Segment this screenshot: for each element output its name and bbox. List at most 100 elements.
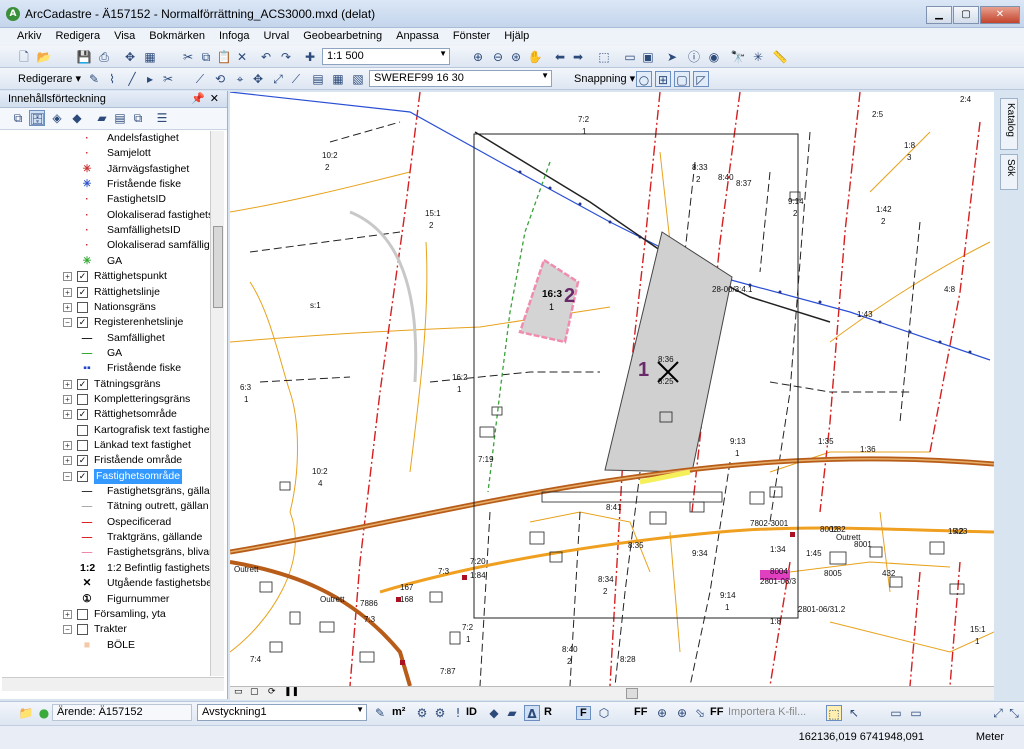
toc-row[interactable]: + ✓ Fristående område [0,453,210,468]
scale-combo[interactable]: 1:1 500 ▼ [322,48,450,65]
toc-row[interactable]: — Fastighetsgräns, gällan [0,484,210,499]
toc-row[interactable]: ✳ GA [0,254,210,269]
pointer-arrow-icon[interactable]: ↖ [846,705,862,721]
minimize-button[interactable]: ▁ [926,6,952,24]
toc-row[interactable]: + Församling, yta [0,607,210,622]
toc-row[interactable]: + ✓ Rättighetsområde [0,407,210,422]
toc-row[interactable]: + ✓ Tätningsgräns [0,377,210,392]
map-canvas[interactable]: 1 2 16:3 1 10:2 2 15:1 2 7:2 1 8:33 2 8:40 8:37 9:… [230,92,994,686]
toc-row[interactable]: + Nationsgräns [0,300,210,315]
ff-tool-2[interactable]: FF [710,706,723,718]
straight-segment-icon[interactable]: ╱ [124,71,140,87]
maximize-button[interactable]: ▢ [953,6,979,24]
toc-row[interactable]: · Olokaliserad samfällighe [0,238,210,253]
layers-icon[interactable]: ▰ [504,705,520,721]
toc-row[interactable]: · FastighetsID [0,192,210,207]
f-tool[interactable]: F [576,706,591,720]
options-icon[interactable]: ☰ [154,110,170,126]
find-icon[interactable]: 🔭 [730,49,746,65]
expand-toggle-icon[interactable]: + [63,410,72,420]
toc-row[interactable]: − Trakter [0,622,210,637]
expand-toggle-icon[interactable]: − [63,625,72,635]
list-by-selection-icon[interactable]: ◆ [69,110,85,126]
layer-visibility-checkbox[interactable]: ✓ [77,286,88,298]
pause-icon[interactable]: ❚❚ [284,687,299,697]
layer-visibility-checkbox[interactable]: ✓ [77,470,88,482]
data-view-icon[interactable]: ▢ [250,687,259,697]
vertex-snap-icon[interactable]: ⊞ [655,71,671,87]
map-horizontal-scrollbar[interactable]: ▭ ▢ ⟳ ❚❚ [230,686,994,700]
print-icon[interactable]: ⎙ [96,49,112,65]
expand-toggle-icon[interactable]: + [63,441,72,450]
point-snap-icon[interactable]: ○ [636,71,652,87]
layer-visibility-checkbox[interactable] [77,301,88,313]
toc-row[interactable]: Kartografisk text fastighet [0,423,210,438]
expand-toggle-icon[interactable]: + [63,302,72,312]
action-combo[interactable]: Avstyckning1 ▼ [197,704,367,721]
toc-row[interactable]: − ✓ Registerenhetslinje [0,315,210,330]
select-features-icon[interactable]: ⬚ [596,49,612,65]
measure-icon[interactable]: 📏 [772,49,788,65]
identify-icon[interactable]: ⓘ [686,49,702,65]
edit-case-icon[interactable]: ✎ [372,705,388,721]
cut-icon[interactable]: ✂ [180,49,196,65]
layer-visibility-checkbox[interactable] [77,608,88,620]
toc-row[interactable]: — Ospecificerad [0,515,210,530]
layer-label[interactable]: Trakter [94,622,127,637]
list-by-visibility-icon[interactable]: ◈ [49,110,65,126]
toc-row[interactable]: — GA [0,346,210,361]
menu-bokmarken[interactable]: Bokmärken [142,28,212,46]
layer-file-icon[interactable]: ▤ [112,110,128,126]
clear-selection-icon[interactable]: ▭ [622,49,638,65]
expand-toggle-icon[interactable]: + [63,287,72,297]
triangle-tool-icon[interactable]: Δ [524,705,540,721]
layer-label[interactable]: Länkad text fastighet [94,438,191,453]
rotate-icon[interactable]: ⟲ [212,71,228,87]
expand-toggle-icon[interactable]: + [63,609,72,619]
layer-visibility-checkbox[interactable] [77,424,88,436]
create-features-icon[interactable]: ▧ [350,71,366,87]
split-icon[interactable]: ⟋ [192,71,208,87]
scale-icon[interactable]: ⤢ [270,71,286,87]
toc-row[interactable]: + Länkad text fastighet [0,438,210,453]
html-popup-icon[interactable]: ◉ [706,49,722,65]
info-tool-icon[interactable]: ǃ [450,705,466,721]
toc-row[interactable]: — Tätning outrett, gällan [0,499,210,514]
layer-label[interactable]: Tätningsgräns [94,377,161,392]
layer-label[interactable]: Rättighetspunkt [94,269,167,284]
edit-annotation-icon[interactable]: ⌇ [104,71,120,87]
layer-label[interactable]: Församling, yta [94,607,166,622]
toc-row[interactable]: ✕ Utgående fastighetsbet [0,576,210,591]
toc-row[interactable]: — Traktgräns, gällande [0,530,210,545]
expand-toggle-icon[interactable]: + [63,394,72,404]
toc-row[interactable]: − ✓ Fastighetsområde [0,468,210,484]
menu-geobearbetning[interactable]: Geobearbetning [296,28,389,46]
window-icon-2[interactable]: ▭ [908,705,924,721]
expand-toggle-icon[interactable]: + [63,456,72,466]
toc-row[interactable]: · Samjelott [0,146,210,161]
menu-arkiv[interactable]: Arkiv [10,28,48,46]
forward-icon[interactable]: ➡ [570,49,586,65]
stack-icon[interactable]: ◆ [486,705,502,721]
gear-icon-2[interactable]: ⚙ [432,705,448,721]
coordinate-system-combo[interactable]: SWEREF99 16 30 ▼ [369,70,552,87]
edge-snap-icon[interactable]: ▢ [674,71,690,87]
layer-visibility-checkbox[interactable]: ✓ [77,455,88,467]
arrow-tool-icon[interactable]: ▸ [142,71,158,87]
layer-label[interactable]: Nationsgräns [94,300,156,315]
list-by-source-icon[interactable]: 🗄 [29,110,45,126]
menu-visa[interactable]: Visa [107,28,142,46]
toc-row[interactable]: + ✓ Rättighetslinje [0,285,210,300]
layer-visibility-checkbox[interactable] [77,440,88,451]
select-elements-icon[interactable]: ▣ [640,49,656,65]
move-icon[interactable]: ✥ [250,71,266,87]
pointer-icon[interactable]: ➤ [664,49,680,65]
layer-visibility-checkbox[interactable]: ✓ [77,317,88,329]
sketch-properties-icon[interactable]: ▦ [330,71,346,87]
select-tool-icon[interactable]: ⬚ [826,705,842,721]
pin-icon[interactable]: 📌 [191,92,205,105]
go-to-xy-icon[interactable]: ✳ [750,49,766,65]
zoom-out-icon[interactable]: ⊖ [490,49,506,65]
folder-icon[interactable]: 📁 [18,705,34,721]
pan-extent-icon[interactable]: ✥ [122,49,138,65]
